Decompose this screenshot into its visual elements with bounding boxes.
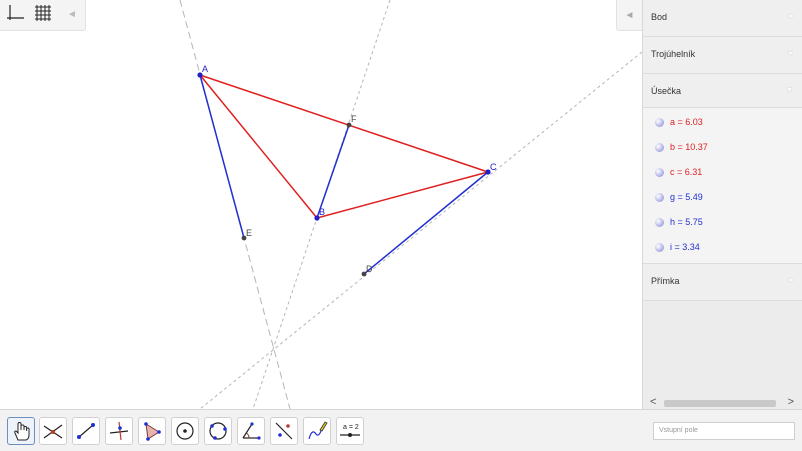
segment-c[interactable] xyxy=(316,171,489,219)
scroll-right-icon[interactable]: > xyxy=(788,396,794,408)
visibility-toggle-icon[interactable] xyxy=(655,193,664,202)
visibility-toggle-icon[interactable] xyxy=(655,218,664,227)
segment-i[interactable] xyxy=(316,124,350,219)
point-label-e: E xyxy=(246,228,252,238)
algebra-item-value: i = 3.34 xyxy=(670,242,700,252)
algebra-item-value: h = 5.75 xyxy=(670,217,703,227)
perpendicular-line-icon xyxy=(109,421,129,441)
visibility-toggle-icon[interactable] xyxy=(655,243,664,252)
tool-pen[interactable] xyxy=(303,417,331,445)
section-trojuhelnik[interactable]: Trojúhelník ◄ xyxy=(643,37,802,74)
section-label: Trojúhelník xyxy=(651,49,696,59)
algebra-item-i[interactable]: i = 3.34 xyxy=(643,237,802,259)
section-label: Bod xyxy=(651,12,668,22)
input-bar[interactable]: Vstupní pole xyxy=(653,422,795,440)
algebra-item-g[interactable]: g = 5.49 xyxy=(643,187,802,209)
chevron-left-icon: ◄ xyxy=(786,277,793,284)
grid-icon xyxy=(35,5,51,21)
segment-a[interactable] xyxy=(199,74,489,173)
circle-three-points-icon xyxy=(209,422,227,440)
algebra-view: Bod ◄ Trojúhelník ◄ Úsečka ▼ a = 6.03 b … xyxy=(642,0,802,409)
point-label-f: F xyxy=(351,114,357,124)
chevron-left-icon: ◄ xyxy=(786,13,793,20)
tool-polygon[interactable] xyxy=(138,417,166,445)
visibility-toggle-icon[interactable] xyxy=(655,143,664,152)
tool-segment[interactable] xyxy=(72,417,100,445)
chevron-down-icon: ▼ xyxy=(786,87,793,94)
tool-slider[interactable]: a = 2 xyxy=(336,417,364,445)
aux-line-3[interactable] xyxy=(199,51,642,409)
segment-g[interactable] xyxy=(199,74,245,239)
style-bar-collapse-arrow[interactable]: ◄ xyxy=(66,9,78,21)
chevron-left-icon: ◄ xyxy=(786,50,793,57)
usecka-items: a = 6.03 b = 10.37 c = 6.31 g = 5.49 h =… xyxy=(643,108,802,264)
tool-perpendicular[interactable] xyxy=(105,417,133,445)
slider-label: a = 2 xyxy=(343,424,359,431)
pen-icon xyxy=(308,421,328,440)
move-hand-icon xyxy=(14,421,30,441)
axes-icon xyxy=(7,5,24,20)
circle-center-icon xyxy=(176,422,194,440)
algebra-item-value: c = 6.31 xyxy=(670,167,703,177)
algebra-item-c[interactable]: c = 6.31 xyxy=(643,162,802,184)
angle-icon xyxy=(242,422,261,440)
section-bod[interactable]: Bod ◄ xyxy=(643,0,802,37)
algebra-toggle-button[interactable]: ◄ xyxy=(616,0,642,31)
algebra-item-h[interactable]: h = 5.75 xyxy=(643,212,802,234)
visibility-toggle-icon[interactable] xyxy=(655,168,664,177)
point-label-d: D xyxy=(366,264,373,274)
algebra-item-value: a = 6.03 xyxy=(670,117,703,127)
point-label-c: C xyxy=(490,162,497,172)
input-bar-placeholder: Vstupní pole xyxy=(659,427,698,434)
chevron-left-icon: ◄ xyxy=(624,9,635,21)
segment-h[interactable] xyxy=(363,171,489,275)
reflect-icon xyxy=(275,422,293,440)
section-primka[interactable]: Přímka ◄ xyxy=(643,264,802,301)
algebra-item-value: g = 5.49 xyxy=(670,192,703,202)
tool-angle[interactable] xyxy=(237,417,265,445)
algebra-item-value: b = 10.37 xyxy=(670,142,708,152)
intersect-point-icon xyxy=(43,424,63,439)
tool-reflect[interactable] xyxy=(270,417,298,445)
slider-icon: a = 2 xyxy=(340,424,360,437)
section-label: Přímka xyxy=(651,276,680,286)
tool-move[interactable] xyxy=(7,417,35,445)
graphics-canvas[interactable]: A B C D E F xyxy=(0,0,642,409)
axes-toggle-button[interactable] xyxy=(5,3,29,27)
algebra-item-a[interactable]: a = 6.03 xyxy=(643,112,802,134)
section-label: Úsečka xyxy=(651,86,682,96)
tool-circle-three-points[interactable] xyxy=(204,417,232,445)
visibility-toggle-icon[interactable] xyxy=(655,118,664,127)
graphics-view[interactable]: A B C D E F ◄ ◄ xyxy=(0,0,642,409)
grid-toggle-button[interactable] xyxy=(32,3,56,27)
section-usecka[interactable]: Úsečka ▼ xyxy=(643,74,802,108)
tool-circle-center[interactable] xyxy=(171,417,199,445)
scroll-left-icon[interactable]: < xyxy=(650,396,656,408)
algebra-horizontal-scrollbar[interactable]: < > xyxy=(648,396,798,409)
scrollbar-track[interactable] xyxy=(664,400,776,407)
segment-b[interactable] xyxy=(199,74,318,219)
segment-icon xyxy=(77,423,95,439)
point-label-b: B xyxy=(319,207,325,217)
toolbar: a = 2 Vstupní pole xyxy=(0,409,802,451)
polygon-icon xyxy=(144,422,161,441)
point-label-a: A xyxy=(202,64,208,74)
tool-intersect[interactable] xyxy=(39,417,67,445)
style-bar: ◄ xyxy=(0,0,86,31)
algebra-item-b[interactable]: b = 10.37 xyxy=(643,137,802,159)
